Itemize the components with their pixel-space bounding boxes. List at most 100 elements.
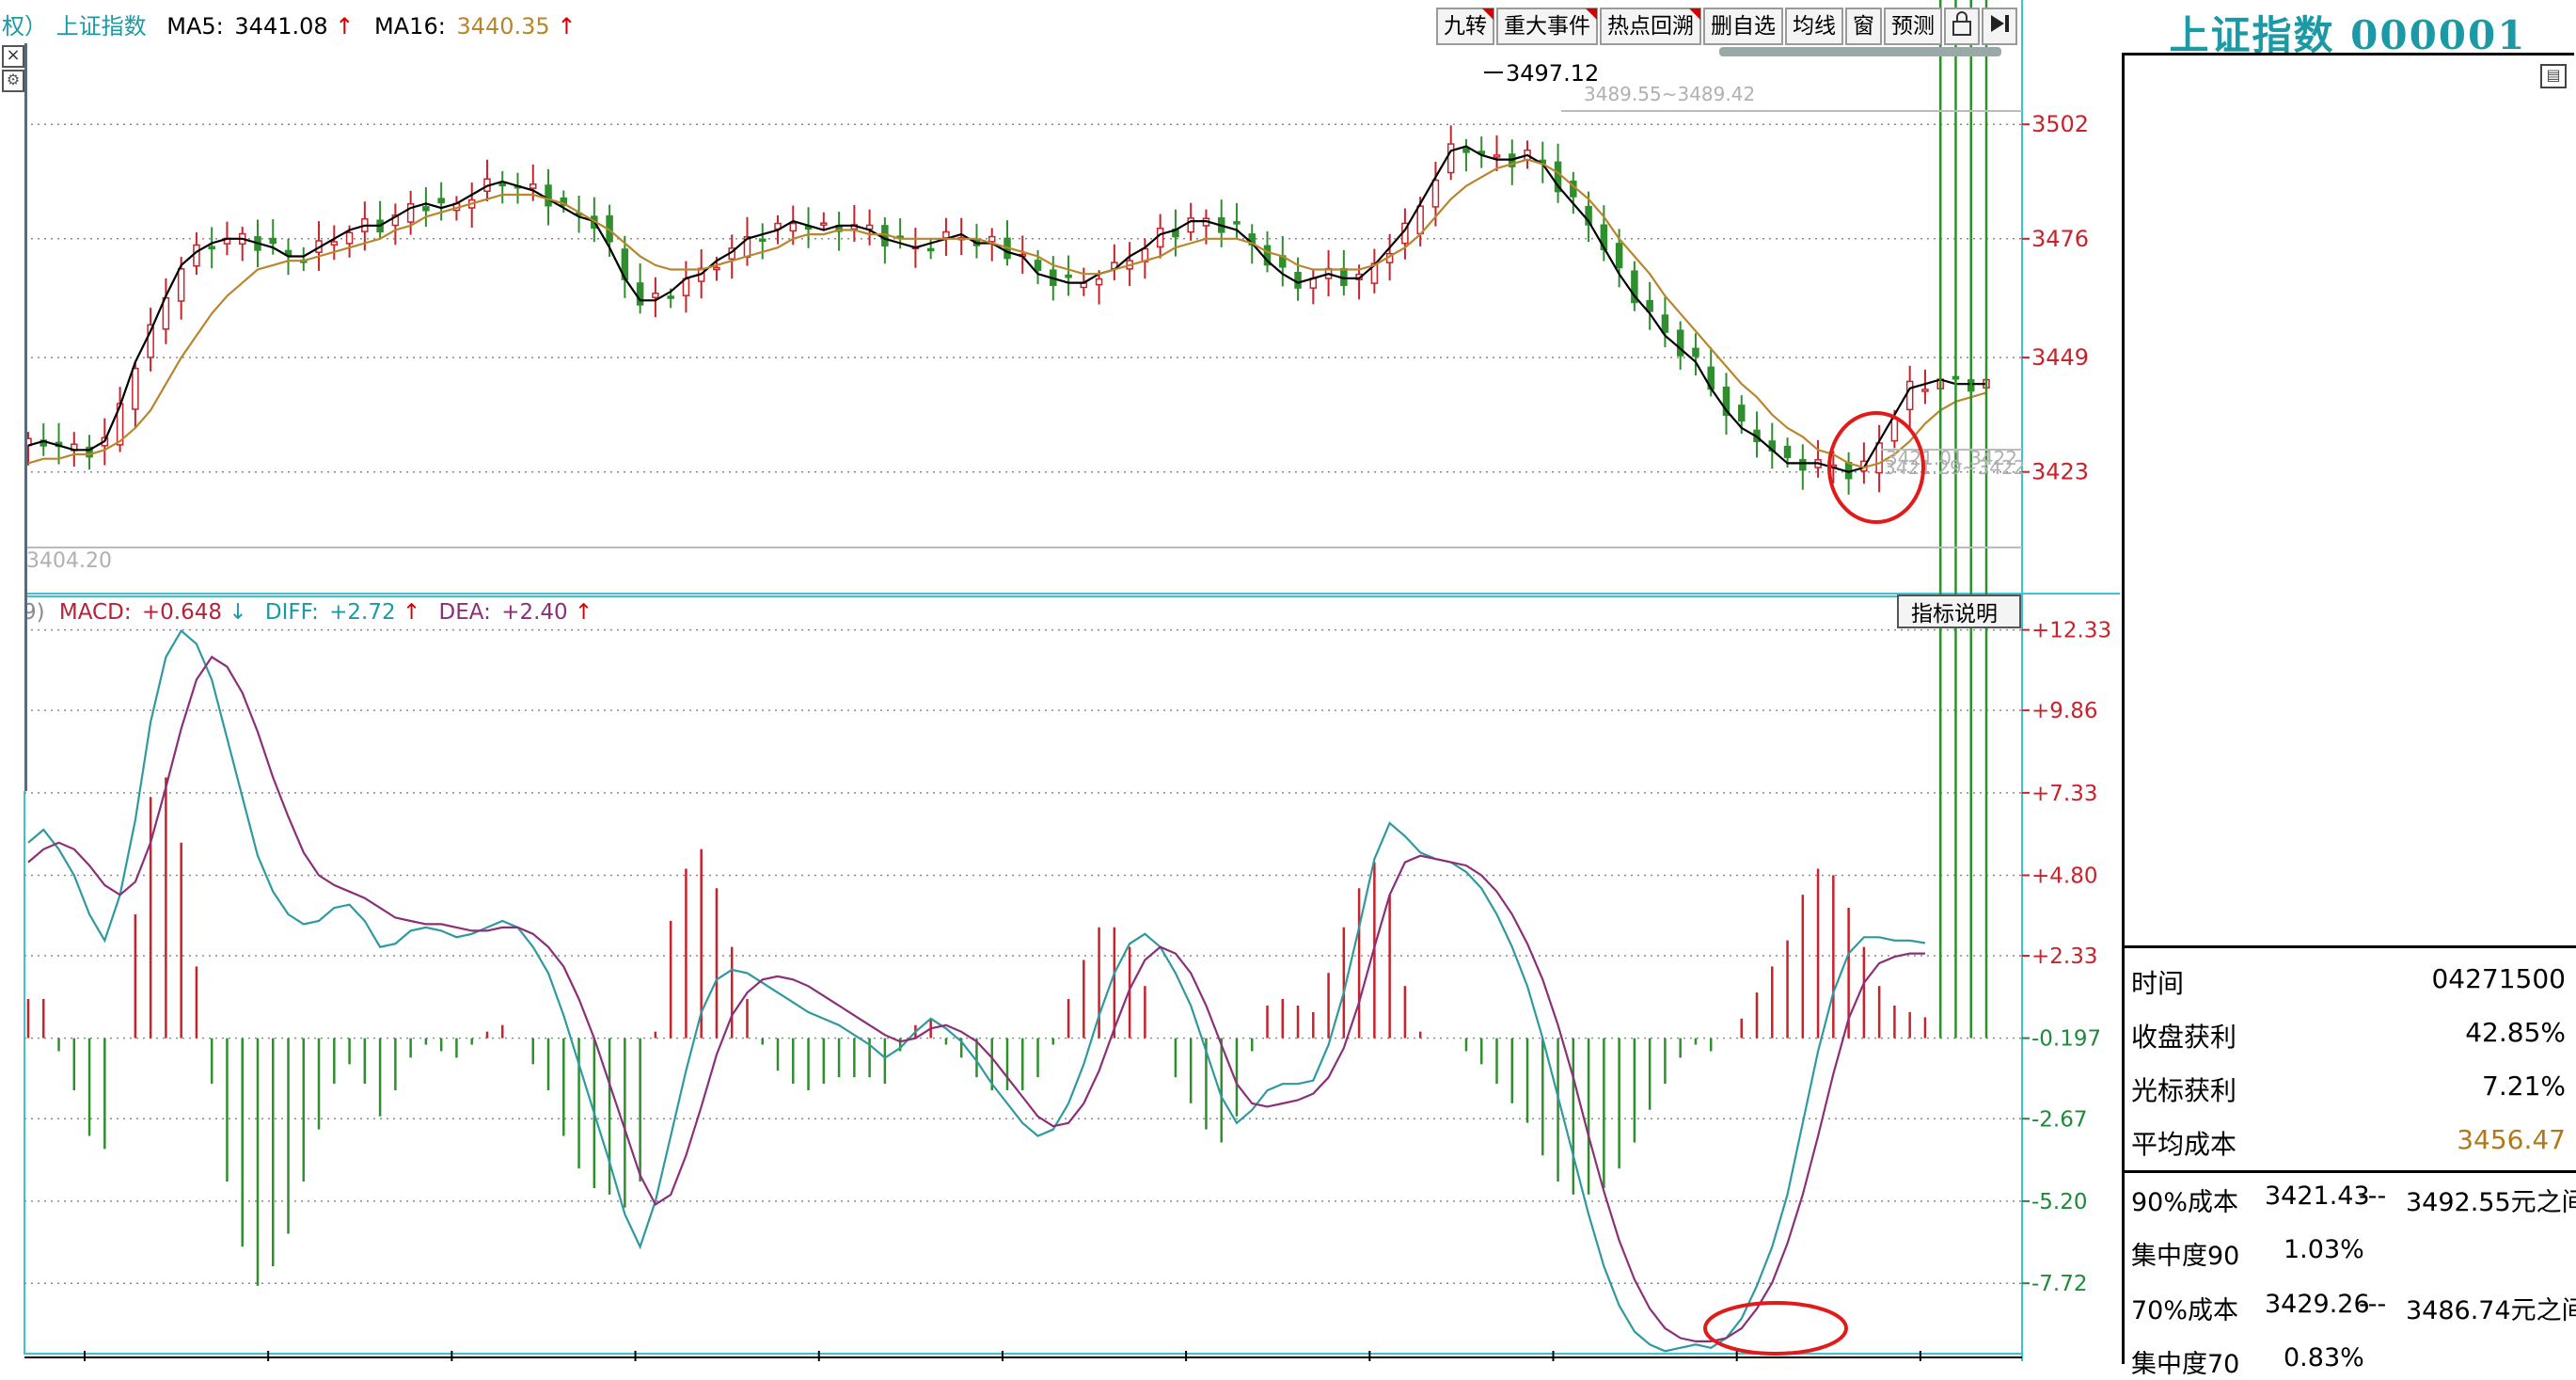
dea-label: DEA: xyxy=(439,600,491,625)
candle-body xyxy=(636,282,644,306)
toolbar-button-label: 重大事件 xyxy=(1504,14,1590,39)
macd-tick-label: +12.33 xyxy=(2031,619,2111,643)
ma16-value: 3440.35 xyxy=(456,13,549,40)
candle-body xyxy=(1431,179,1440,208)
candle-body xyxy=(193,244,200,267)
candle-body xyxy=(759,238,766,243)
chip-distribution-panel: 上证指数 000001 ▤ 时间 04271500 收盘获利 42.85% 光标… xyxy=(2120,0,2576,1379)
candle-body xyxy=(1462,148,1470,153)
close-icon[interactable]: × xyxy=(2,45,24,68)
left-side-strip: × ⚙ xyxy=(0,43,27,791)
ma5-value: 3441.08 xyxy=(234,13,327,40)
price-panel[interactable] xyxy=(24,43,2022,594)
candle-body xyxy=(269,237,277,245)
toolbar-button-label: 九转 xyxy=(1444,14,1487,39)
candle-body xyxy=(1493,154,1501,158)
cost90-label: 90%成本 xyxy=(2131,1188,2239,1217)
diff-value: +2.72 xyxy=(329,600,395,625)
info-separator xyxy=(2124,1170,2576,1173)
macd-grid xyxy=(24,628,2022,1284)
cost70-label: 70%成本 xyxy=(2131,1296,2239,1325)
chip-info-table: 时间 04271500 收盘获利 42.85% 光标获利 7.21% 平均成本 … xyxy=(2122,945,2576,1379)
cost90-high: 3492.55元之间 xyxy=(2406,1188,2576,1217)
toolbar-nine-turn-button[interactable]: 九转 xyxy=(1436,8,1494,45)
candle-body xyxy=(1692,347,1699,357)
cost70-high: 3486.74元之间 xyxy=(2406,1296,2576,1325)
cost70-low: 3429.26 xyxy=(2265,1290,2370,1319)
info-label: 平均成本 xyxy=(2131,1129,2237,1160)
next-icon[interactable] xyxy=(1982,8,2017,45)
info-value: 04271500 xyxy=(2431,963,2566,994)
time-axis xyxy=(24,1351,2022,1361)
candle-body xyxy=(667,295,674,299)
diff-label: DIFF: xyxy=(265,600,319,625)
macd-lines xyxy=(27,628,1926,1353)
macd-tick-label: -2.67 xyxy=(2031,1107,2088,1132)
gear-icon[interactable]: ⚙ xyxy=(2,70,24,92)
flag-icon xyxy=(1586,8,1597,20)
info-value: 42.85% xyxy=(2465,1017,2566,1048)
chart-toolbar: 九转 重大事件 热点回溯 删自选 均线 窗 预测 xyxy=(1436,8,2019,45)
toolbar-button-label: 热点回溯 xyxy=(1607,14,1694,39)
toolbar-hot-review-button[interactable]: 热点回溯 xyxy=(1600,8,1701,45)
macd-label: MACD: xyxy=(59,600,132,625)
toolbar-remove-watchlist-button[interactable]: 删自选 xyxy=(1703,8,1783,45)
candle-body xyxy=(529,183,537,189)
candle-body xyxy=(1799,458,1807,471)
candle-body xyxy=(1095,278,1103,286)
candle-body xyxy=(545,184,552,207)
candle-body xyxy=(1156,228,1164,248)
toolbar-button-label: 预测 xyxy=(1891,14,1935,39)
candle-body xyxy=(1615,243,1623,269)
macd-arrow: ↓ xyxy=(229,600,246,625)
candle-body xyxy=(330,241,339,246)
top-legend: 权） 上证指数 MA5: 3441.08 ↑ MA16: 3440.35 ↑ xyxy=(2,13,576,40)
macd-tick-label: -0.197 xyxy=(2031,1027,2101,1052)
candle-body xyxy=(1416,205,1424,235)
candle-body xyxy=(1890,418,1899,442)
flag-icon xyxy=(1482,8,1493,20)
toolbar-button-label: 删自选 xyxy=(1711,14,1776,39)
macd-highlight-ellipse xyxy=(1703,1301,1848,1356)
candle-body xyxy=(132,367,139,410)
flag-icon xyxy=(1689,8,1700,20)
toolbar-forecast-button[interactable]: 预测 xyxy=(1884,8,1942,45)
candle-body xyxy=(437,198,445,204)
candle-body xyxy=(1065,274,1072,278)
toolbar-window-button[interactable]: 窗 xyxy=(1845,8,1882,45)
ma5-arrow: ↑ xyxy=(335,13,354,40)
info-label: 收盘获利 xyxy=(2131,1022,2237,1053)
toolbar-ma-button[interactable]: 均线 xyxy=(1785,8,1843,45)
cost90-low: 3421.43 xyxy=(2265,1182,2370,1211)
info-label: 时间 xyxy=(2131,968,2185,999)
macd-panel[interactable] xyxy=(24,595,2023,1355)
macd-tick-label: -5.20 xyxy=(2031,1190,2088,1214)
info-value: 7.21% xyxy=(2482,1071,2566,1102)
indicator-explain-button[interactable]: 指标说明 xyxy=(1897,595,2021,628)
candle-body xyxy=(988,235,996,243)
current-label-bottom: 3421.29~3422 xyxy=(1884,456,2025,479)
low-label: 3404.20 xyxy=(26,549,112,573)
macd-tick-label: +4.80 xyxy=(2031,864,2097,888)
macd-tick-label: -7.72 xyxy=(2031,1272,2088,1296)
cost90-sep: --- xyxy=(2359,1182,2387,1211)
macd-line-diff xyxy=(27,628,1926,1353)
info-value: 3456.47 xyxy=(2457,1124,2566,1155)
candle-body xyxy=(177,268,185,302)
indicator-explain-label: 指标说明 xyxy=(1911,602,1998,627)
clipboard-icon[interactable]: ▤ xyxy=(2540,64,2567,88)
macd-tick-label: +7.33 xyxy=(2031,782,2097,806)
macd-line-dea xyxy=(27,655,1925,1342)
candle-body xyxy=(820,222,828,226)
lock-icon[interactable] xyxy=(1944,8,1980,45)
ma5-label: MA5: xyxy=(166,13,223,40)
conc70-value: 0.83% xyxy=(2284,1343,2364,1372)
candle-body xyxy=(1783,445,1792,458)
top-legend-index-name: 上证指数 xyxy=(56,13,147,40)
price-tick-label: 3423 xyxy=(2031,459,2089,485)
candle-body xyxy=(422,206,430,212)
toolbar-major-events-button[interactable]: 重大事件 xyxy=(1496,8,1598,45)
toolbar-scrollbar[interactable] xyxy=(1719,47,2001,56)
candle-body xyxy=(1233,221,1241,225)
candle-body xyxy=(208,246,215,250)
